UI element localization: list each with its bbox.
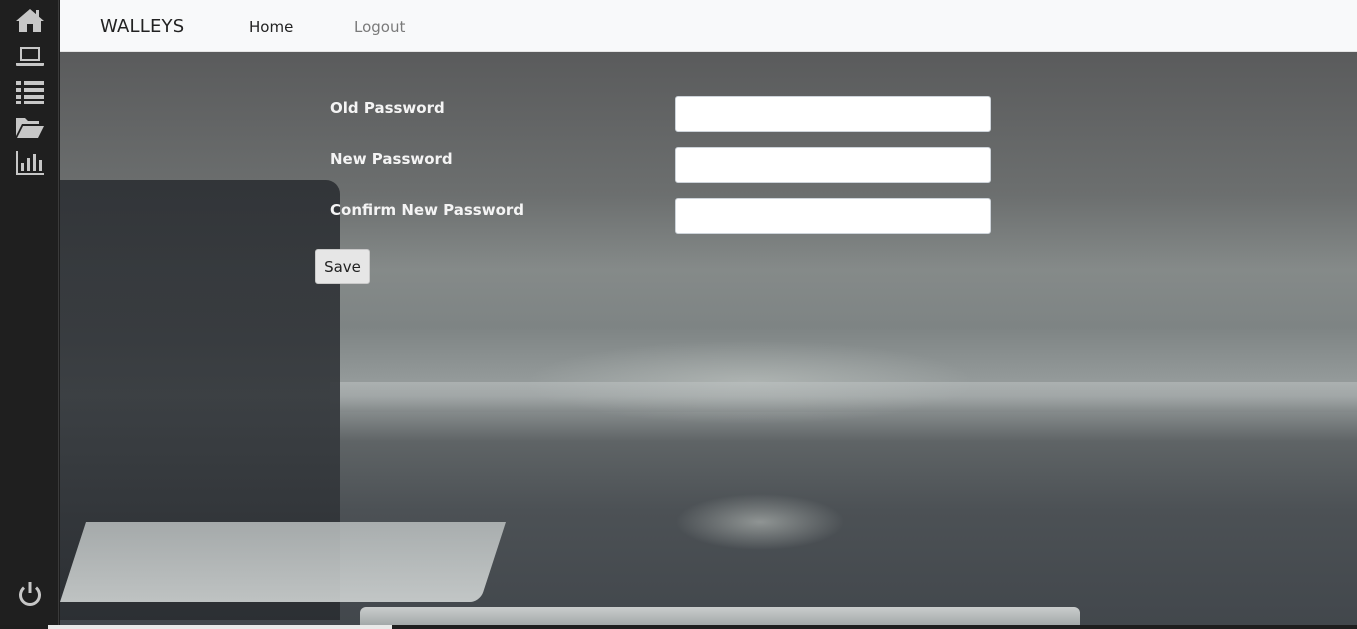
old-password-label: Old Password	[330, 99, 445, 117]
home-icon[interactable]	[13, 5, 47, 35]
main-content: Old Password New Password Confirm New Pa…	[60, 52, 1357, 625]
confirm-password-field[interactable]	[675, 198, 991, 234]
confirm-password-label: Confirm New Password	[330, 201, 525, 219]
brand-logo[interactable]: WALLEYS	[100, 16, 184, 37]
top-navbar: WALLEYS Home Logout	[60, 0, 1357, 52]
list-icon[interactable]	[13, 77, 47, 107]
save-button[interactable]: Save	[315, 249, 370, 284]
sidebar	[0, 0, 59, 629]
old-password-field[interactable]	[675, 96, 991, 132]
bar-chart-icon[interactable]	[13, 148, 47, 178]
nav-link-logout[interactable]: Logout	[354, 18, 405, 36]
power-icon[interactable]	[13, 579, 47, 609]
background-laptop-base	[60, 522, 506, 602]
bottom-strip-highlight	[48, 625, 392, 629]
background-shelf	[330, 382, 1357, 412]
laptop-icon[interactable]	[13, 41, 47, 71]
new-password-field[interactable]	[675, 147, 991, 183]
background-keyboard	[360, 607, 1080, 625]
folder-open-icon[interactable]	[13, 112, 47, 142]
bottom-strip	[0, 625, 1357, 629]
nav-link-home[interactable]: Home	[249, 18, 293, 36]
new-password-label: New Password	[330, 150, 453, 168]
